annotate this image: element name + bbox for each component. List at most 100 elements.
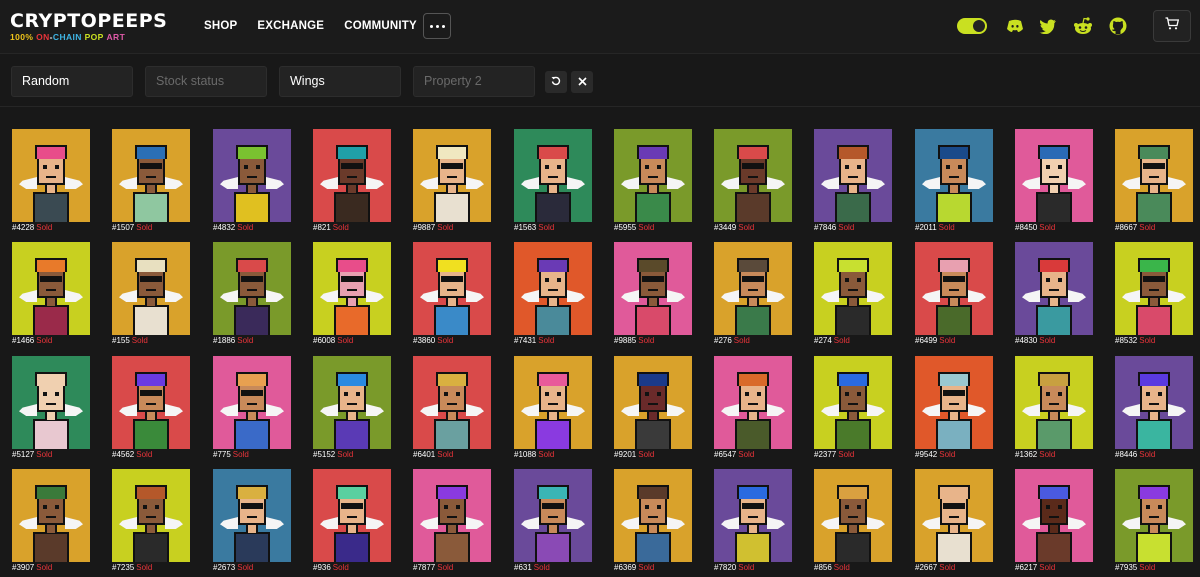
peep-card[interactable]: #6499 Sold: [915, 242, 993, 348]
peep-card[interactable]: #6369 Sold: [614, 469, 692, 575]
reddit-icon[interactable]: [1073, 16, 1093, 36]
peep-shirt: [535, 532, 571, 562]
peep-card[interactable]: #9201 Sold: [614, 356, 692, 462]
peep-neck: [948, 411, 960, 420]
peep-neck: [647, 184, 659, 193]
peep-card[interactable]: #5955 Sold: [614, 129, 692, 235]
wing-right: [1068, 290, 1086, 302]
peep-card[interactable]: #276 Sold: [714, 242, 792, 348]
peep-card[interactable]: #1362 Sold: [1015, 356, 1093, 462]
peep-card[interactable]: #631 Sold: [514, 469, 592, 575]
peep-card[interactable]: #775 Sold: [213, 356, 291, 462]
peep-card[interactable]: #274 Sold: [814, 242, 892, 348]
peep-card[interactable]: #8446 Sold: [1115, 356, 1193, 462]
brand-logo[interactable]: CRYPTOPEEPS 100% ON - CHAIN POP ART: [10, 12, 167, 43]
sold-badge: Sold: [1039, 223, 1056, 232]
peep-card[interactable]: #1886 Sold: [213, 242, 291, 348]
peep-shades: [742, 503, 764, 509]
peep-shirt: [1036, 532, 1072, 562]
cart-button[interactable]: [1153, 10, 1191, 42]
stock-status-select[interactable]: Stock status: [145, 66, 267, 97]
peep-hair: [1138, 372, 1170, 386]
peep-card[interactable]: #936 Sold: [313, 469, 391, 575]
peep-card[interactable]: #8532 Sold: [1115, 242, 1193, 348]
peep-card[interactable]: #856 Sold: [814, 469, 892, 575]
peep-card[interactable]: #2673 Sold: [213, 469, 291, 575]
peep-card[interactable]: #7431 Sold: [514, 242, 592, 348]
peep-card[interactable]: #821 Sold: [313, 129, 391, 235]
twitter-icon[interactable]: [1038, 16, 1058, 36]
peep-eye: [1046, 392, 1050, 396]
property-1-select[interactable]: Wings: [279, 66, 401, 97]
peep-caption: #1088 Sold: [514, 450, 554, 460]
peep-card[interactable]: #8667 Sold: [1115, 129, 1193, 235]
peep-card[interactable]: #4562 Sold: [112, 356, 190, 462]
peep-card[interactable]: #4830 Sold: [1015, 242, 1093, 348]
wing-right: [466, 404, 484, 416]
peep-card[interactable]: #7820 Sold: [714, 469, 792, 575]
peep-image: [714, 242, 792, 335]
peep-shirt: [635, 192, 671, 222]
peep-caption: #5127 Sold: [12, 450, 52, 460]
peep-card[interactable]: #6547 Sold: [714, 356, 792, 462]
peep-card[interactable]: #1563 Sold: [514, 129, 592, 235]
peep-card[interactable]: #9885 Sold: [614, 242, 692, 348]
wing-right: [1068, 177, 1086, 189]
peep-card[interactable]: #4228 Sold: [12, 129, 90, 235]
peep-neck: [145, 411, 157, 420]
peep-hair: [336, 145, 368, 159]
peep-caption: #5955 Sold: [614, 223, 654, 233]
nav-community[interactable]: COMMUNITY: [344, 19, 417, 33]
peep-card[interactable]: #4832 Sold: [213, 129, 291, 235]
peep-shirt: [936, 532, 972, 562]
peep-card[interactable]: #155 Sold: [112, 242, 190, 348]
peep-image: [514, 356, 592, 449]
peep-neck: [45, 411, 57, 420]
peep-id: #9887: [413, 223, 436, 232]
peep-card[interactable]: #2377 Sold: [814, 356, 892, 462]
wing-left: [320, 290, 338, 302]
discord-icon[interactable]: [1005, 16, 1025, 36]
peep-card[interactable]: #9887 Sold: [413, 129, 491, 235]
wing-right: [466, 517, 484, 529]
peep-card[interactable]: #3860 Sold: [413, 242, 491, 348]
nav-shop[interactable]: SHOP: [204, 19, 237, 33]
peep-card[interactable]: #8450 Sold: [1015, 129, 1093, 235]
peep-mouth: [447, 289, 457, 291]
github-icon[interactable]: [1108, 16, 1128, 36]
peep-caption: #3907 Sold: [12, 563, 52, 573]
peep-card[interactable]: #5127 Sold: [12, 356, 90, 462]
peep-card[interactable]: #1507 Sold: [112, 129, 190, 235]
peep-neck: [847, 297, 859, 306]
peep-card[interactable]: #1466 Sold: [12, 242, 90, 348]
peep-image: [413, 242, 491, 335]
peep-hair: [938, 258, 970, 272]
peep-card[interactable]: #3907 Sold: [12, 469, 90, 575]
peep-card[interactable]: #3449 Sold: [714, 129, 792, 235]
sort-select[interactable]: Random: [11, 66, 133, 97]
peep-card[interactable]: #7846 Sold: [814, 129, 892, 235]
theme-toggle[interactable]: [957, 18, 987, 34]
peep-card[interactable]: #7877 Sold: [413, 469, 491, 575]
peep-card[interactable]: #9542 Sold: [915, 356, 993, 462]
peep-card[interactable]: #2011 Sold: [915, 129, 993, 235]
wing-left: [521, 290, 539, 302]
peep-mouth: [146, 516, 156, 518]
peep-card[interactable]: #7235 Sold: [112, 469, 190, 575]
clear-filters-button[interactable]: [571, 71, 593, 93]
peep-hair: [135, 145, 167, 159]
peep-card[interactable]: #5152 Sold: [313, 356, 391, 462]
peep-card[interactable]: #7935 Sold: [1115, 469, 1193, 575]
peep-card[interactable]: #6008 Sold: [313, 242, 391, 348]
peep-card[interactable]: #2667 Sold: [915, 469, 993, 575]
reset-filters-button[interactable]: [545, 71, 567, 93]
wing-right: [867, 404, 885, 416]
peep-shirt: [1136, 419, 1172, 449]
more-menu-button[interactable]: [423, 13, 451, 39]
sold-badge: Sold: [1139, 563, 1156, 572]
nav-exchange[interactable]: EXCHANGE: [257, 19, 324, 33]
property-2-select[interactable]: Property 2: [413, 66, 535, 97]
peep-card[interactable]: #6217 Sold: [1015, 469, 1093, 575]
peep-card[interactable]: #1088 Sold: [514, 356, 592, 462]
peep-card[interactable]: #6401 Sold: [413, 356, 491, 462]
